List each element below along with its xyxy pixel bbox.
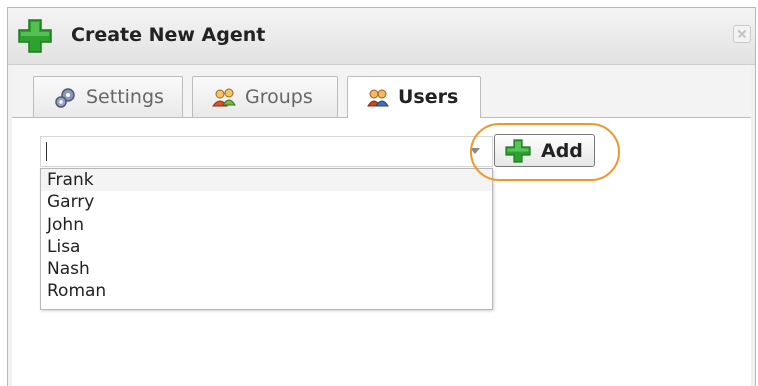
- tab-settings-label: Settings: [86, 86, 164, 108]
- text-cursor: [46, 142, 47, 161]
- list-item[interactable]: Roman: [41, 280, 492, 302]
- tab-settings[interactable]: Settings: [33, 76, 183, 117]
- list-item[interactable]: Lisa: [41, 236, 492, 258]
- user-combobox[interactable]: [40, 136, 493, 167]
- list-item[interactable]: Frank: [41, 169, 492, 192]
- dialog-titlebar[interactable]: Create New Agent: [8, 8, 755, 65]
- add-button[interactable]: Add: [494, 134, 595, 167]
- tab-groups[interactable]: Groups: [192, 76, 338, 117]
- add-button-label: Add: [541, 140, 583, 162]
- tab-users[interactable]: Users: [347, 76, 481, 118]
- dialog-title: Create New Agent: [71, 24, 266, 46]
- tab-users-label: Users: [398, 86, 459, 108]
- gears-icon: [55, 88, 75, 108]
- groups-icon: [212, 88, 236, 107]
- list-item[interactable]: Nash: [41, 258, 492, 280]
- tab-groups-label: Groups: [245, 86, 313, 108]
- list-item[interactable]: John: [41, 214, 492, 236]
- create-agent-dialog: Create New Agent Settings Groups Users F…: [7, 7, 756, 386]
- user-dropdown-list: Frank Garry John Lisa Nash Roman: [40, 168, 493, 310]
- close-icon[interactable]: [733, 25, 751, 43]
- users-icon: [367, 89, 389, 107]
- green-plus-icon: [18, 19, 52, 53]
- users-panel: Frank Garry John Lisa Nash Roman Add: [12, 118, 751, 386]
- green-plus-icon: [505, 139, 531, 163]
- dialog-body: Settings Groups Users Frank Garry John L…: [8, 65, 755, 386]
- tab-strip: Settings Groups Users: [12, 65, 751, 118]
- list-item[interactable]: Garry: [41, 191, 492, 213]
